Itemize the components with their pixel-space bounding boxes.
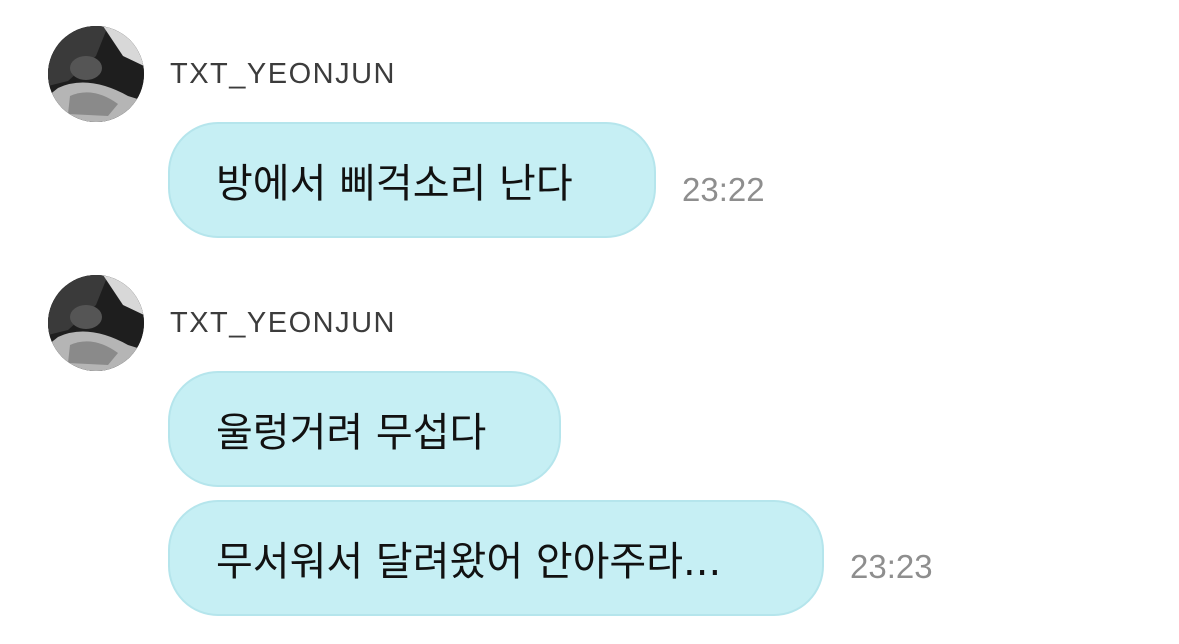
message-timestamp: 23:23 (850, 548, 933, 585)
avatar[interactable] (48, 275, 144, 371)
avatar[interactable] (48, 26, 144, 122)
message-bubble[interactable]: 울렁거려 무섭다 (168, 371, 561, 487)
profile-photo-icon (48, 26, 144, 122)
message-timestamp: 23:22 (682, 171, 765, 208)
message-bubble[interactable]: 무서워서 달려왔어 안아주라... (168, 500, 824, 616)
message-bubble[interactable]: 방에서 삐걱소리 난다 (168, 122, 656, 238)
profile-photo-icon (48, 275, 144, 371)
sender-name: TXT_YEONJUN (170, 58, 396, 90)
sender-name: TXT_YEONJUN (170, 307, 396, 339)
